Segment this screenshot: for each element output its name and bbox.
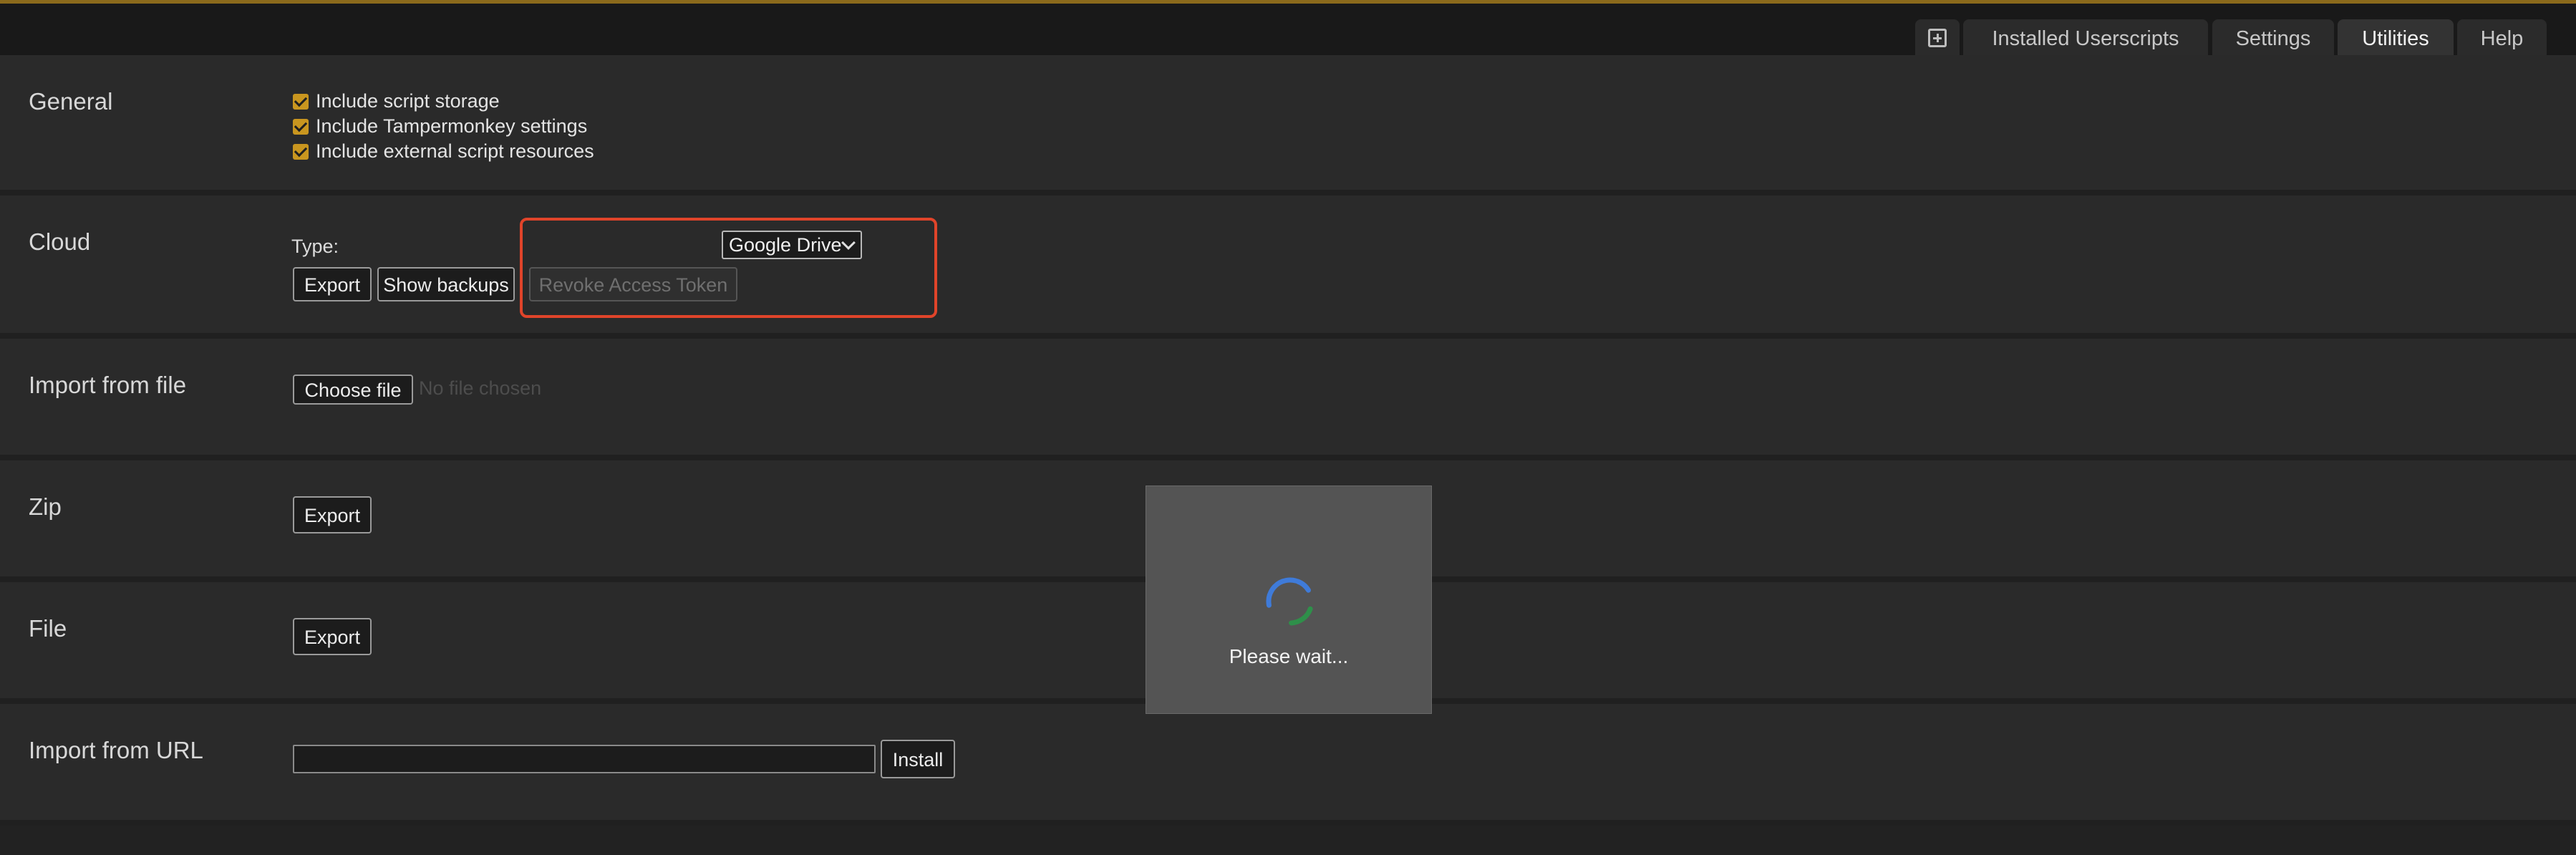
file-export-button[interactable]: Export	[293, 618, 372, 655]
choose-file-button[interactable]: Choose file	[293, 375, 413, 405]
checkbox-include-tampermonkey-settings[interactable]	[293, 119, 309, 135]
plus-square-icon	[1928, 29, 1947, 47]
no-file-chosen-text: No file chosen	[419, 377, 542, 399]
section-import-from-file: Import from file Choose file No file cho…	[0, 339, 2576, 460]
section-title-cloud: Cloud	[29, 228, 91, 255]
section-title-general: General	[29, 88, 113, 115]
please-wait-text: Please wait...	[1229, 645, 1349, 667]
tab-bar: Installed Userscripts Settings Utilities…	[0, 4, 2576, 58]
zip-export-button[interactable]: Export	[293, 496, 372, 533]
cloud-export-button[interactable]: Export	[293, 267, 372, 301]
checkbox-include-script-storage[interactable]	[293, 94, 309, 110]
show-backups-button[interactable]: Show backups	[377, 267, 515, 301]
import-url-input[interactable]	[293, 745, 876, 773]
tab-new-script[interactable]	[1915, 19, 1960, 58]
highlight-annotation	[520, 218, 937, 318]
section-title-import-url: Import from URL	[29, 737, 203, 763]
loading-spinner-icon	[1266, 577, 1314, 626]
cloud-type-label: Type:	[291, 236, 339, 257]
section-title-zip: Zip	[29, 493, 62, 520]
loading-modal: Please wait...	[1146, 486, 1432, 714]
option-label: Include script storage	[316, 90, 500, 112]
section-cloud: Cloud Type: Google Drive Export Show bac…	[0, 195, 2576, 339]
section-title-file: File	[29, 615, 67, 642]
tab-help[interactable]: Help	[2457, 19, 2547, 58]
install-button[interactable]: Install	[881, 740, 955, 778]
option-label: Include Tampermonkey settings	[316, 115, 588, 137]
checkbox-include-external-resources[interactable]	[293, 144, 309, 160]
page-bottom-area	[0, 826, 2576, 855]
section-title-import-file: Import from file	[29, 372, 187, 398]
section-general: General Include script storage Include T…	[0, 55, 2576, 195]
tab-installed-userscripts[interactable]: Installed Userscripts	[1963, 19, 2208, 58]
tab-utilities[interactable]: Utilities	[2338, 19, 2454, 58]
option-label: Include external script resources	[316, 140, 594, 162]
section-import-from-url: Import from URL Install	[0, 704, 2576, 826]
tab-settings[interactable]: Settings	[2212, 19, 2334, 58]
